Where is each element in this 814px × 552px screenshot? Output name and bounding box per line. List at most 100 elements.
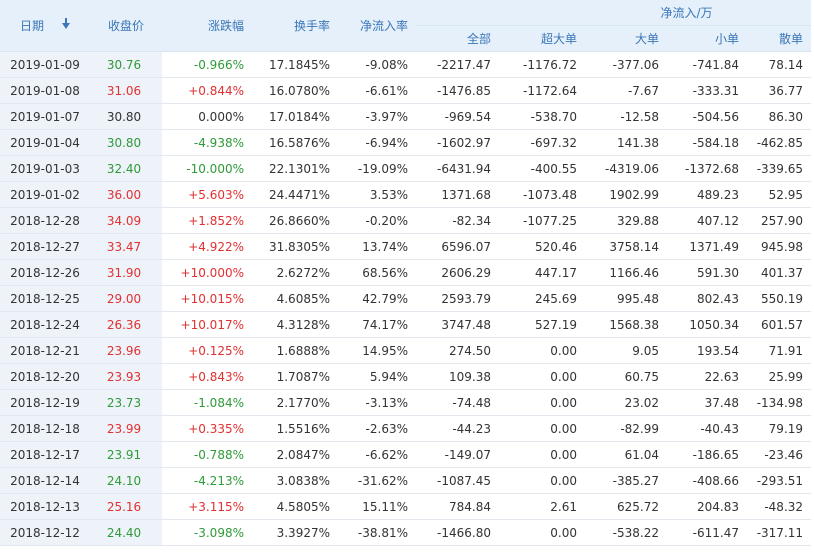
header-row-1: 日期 收盘价 涨跌幅 换手率 净流入率 净流入/万 — [0, 0, 812, 52]
cell-small: -504.56 — [667, 103, 747, 130]
cell-change: -1.084% — [162, 389, 252, 416]
cell-big: 61.04 — [585, 441, 667, 468]
table-row: 2019-01-04 30.80 -4.938% 16.5876% -6.94% -160… — [0, 129, 812, 156]
cell-super: 0.00 — [499, 389, 585, 416]
table-row: 2019-01-03 32.40 -10.000% 22.1301% -19.09% -6… — [0, 155, 812, 182]
col-turnover-header[interactable]: 换手率 — [252, 0, 338, 52]
cell-big: 1166.46 — [585, 259, 667, 286]
cell-close: 32.40 — [90, 155, 162, 182]
cell-retail: 79.19 — [747, 415, 812, 442]
table-row: 2018-12-19 23.73 -1.084% 2.1770% -3.13% -74.4… — [0, 389, 812, 416]
table-row: 2018-12-20 23.93 +0.843% 1.7087% 5.94% 109.38… — [0, 363, 812, 390]
cell-super: 0.00 — [499, 519, 585, 546]
cell-all: -74.48 — [416, 389, 499, 416]
cell-close: 25.16 — [90, 493, 162, 520]
cell-small: -741.84 — [667, 51, 747, 78]
cell-date: 2018-12-18 — [0, 415, 90, 442]
cell-retail: -23.46 — [747, 441, 812, 468]
cell-close: 30.80 — [90, 103, 162, 130]
cell-change: +0.843% — [162, 363, 252, 390]
col-all-header[interactable]: 全部 — [416, 25, 499, 52]
cell-retail: 52.95 — [747, 181, 812, 208]
cell-retail: 550.19 — [747, 285, 812, 312]
cell-super: 2.61 — [499, 493, 585, 520]
cell-retail: -134.98 — [747, 389, 812, 416]
col-big-header[interactable]: 大单 — [585, 25, 667, 52]
cell-turnover: 4.5805% — [252, 493, 338, 520]
cell-change: -0.966% — [162, 51, 252, 78]
col-date-label: 日期 — [19, 19, 44, 33]
cell-date: 2018-12-27 — [0, 233, 90, 260]
cell-super: -400.55 — [499, 155, 585, 182]
cell-super: 0.00 — [499, 337, 585, 364]
cell-net-rate: 13.74% — [338, 233, 416, 260]
table-row: 2018-12-18 23.99 +0.335% 1.5516% -2.63% -44.2… — [0, 415, 812, 442]
cell-retail: 86.30 — [747, 103, 812, 130]
cell-big: 60.75 — [585, 363, 667, 390]
cell-super: 447.17 — [499, 259, 585, 286]
cell-close: 31.90 — [90, 259, 162, 286]
col-change-header[interactable]: 涨跌幅 — [162, 0, 252, 52]
cell-super: 0.00 — [499, 415, 585, 442]
cell-close: 30.76 — [90, 51, 162, 78]
cell-net-rate: -0.20% — [338, 207, 416, 234]
col-retail-header[interactable]: 散单 — [747, 25, 812, 52]
cell-small: 591.30 — [667, 259, 747, 286]
cell-net-rate: 14.95% — [338, 337, 416, 364]
cell-net-rate: -6.61% — [338, 77, 416, 104]
fund-flow-table-panel: 日期 收盘价 涨跌幅 换手率 净流入率 净流入/万 全部 超大单 大单 小单 散… — [0, 0, 814, 552]
cell-small: -40.43 — [667, 415, 747, 442]
cell-super: 0.00 — [499, 441, 585, 468]
cell-retail: -339.65 — [747, 155, 812, 182]
col-date-header[interactable]: 日期 — [0, 0, 90, 52]
table-row: 2018-12-27 33.47 +4.922% 31.8305% 13.74% 6596… — [0, 233, 812, 260]
col-net-rate-header[interactable]: 净流入率 — [338, 0, 416, 52]
cell-big: 23.02 — [585, 389, 667, 416]
sort-down-icon[interactable] — [62, 17, 70, 29]
table-row: 2018-12-12 24.40 -3.098% 3.3927% -38.81% -146… — [0, 519, 812, 546]
col-small-header[interactable]: 小单 — [667, 25, 747, 52]
cell-retail: 401.37 — [747, 259, 812, 286]
cell-small: 37.48 — [667, 389, 747, 416]
cell-close: 30.80 — [90, 129, 162, 156]
cell-turnover: 3.0838% — [252, 467, 338, 494]
table-row: 2018-12-25 29.00 +10.015% 4.6085% 42.79% 2593… — [0, 285, 812, 312]
cell-all: -149.07 — [416, 441, 499, 468]
cell-date: 2018-12-26 — [0, 259, 90, 286]
cell-net-rate: 15.11% — [338, 493, 416, 520]
cell-close: 29.00 — [90, 285, 162, 312]
cell-change: +4.922% — [162, 233, 252, 260]
table-row: 2018-12-14 24.10 -4.213% 3.0838% -31.62% -108… — [0, 467, 812, 494]
cell-big: -538.22 — [585, 519, 667, 546]
cell-all: -1476.85 — [416, 77, 499, 104]
cell-date: 2019-01-07 — [0, 103, 90, 130]
cell-small: 22.63 — [667, 363, 747, 390]
fund-flow-table: 日期 收盘价 涨跌幅 换手率 净流入率 净流入/万 全部 超大单 大单 小单 散… — [0, 0, 812, 546]
cell-net-rate: 74.17% — [338, 311, 416, 338]
col-close-header[interactable]: 收盘价 — [90, 0, 162, 52]
cell-small: 489.23 — [667, 181, 747, 208]
cell-retail: -48.32 — [747, 493, 812, 520]
cell-turnover: 16.5876% — [252, 129, 338, 156]
cell-net-rate: -9.08% — [338, 51, 416, 78]
cell-turnover: 2.6272% — [252, 259, 338, 286]
cell-all: 6596.07 — [416, 233, 499, 260]
cell-big: -7.67 — [585, 77, 667, 104]
cell-net-rate: -3.97% — [338, 103, 416, 130]
cell-all: 109.38 — [416, 363, 499, 390]
cell-change: -0.788% — [162, 441, 252, 468]
cell-date: 2018-12-25 — [0, 285, 90, 312]
cell-date: 2018-12-24 — [0, 311, 90, 338]
cell-super: 520.46 — [499, 233, 585, 260]
cell-small: 1371.49 — [667, 233, 747, 260]
cell-net-rate: 5.94% — [338, 363, 416, 390]
table-row: 2019-01-09 30.76 -0.966% 17.1845% -9.08% -221… — [0, 51, 812, 78]
cell-super: -697.32 — [499, 129, 585, 156]
cell-close: 23.91 — [90, 441, 162, 468]
cell-close: 24.10 — [90, 467, 162, 494]
col-super-header[interactable]: 超大单 — [499, 25, 585, 52]
cell-close: 23.93 — [90, 363, 162, 390]
cell-turnover: 24.4471% — [252, 181, 338, 208]
table-row: 2019-01-07 30.80 0.000% 17.0184% -3.97% -969.… — [0, 103, 812, 130]
cell-close: 23.73 — [90, 389, 162, 416]
